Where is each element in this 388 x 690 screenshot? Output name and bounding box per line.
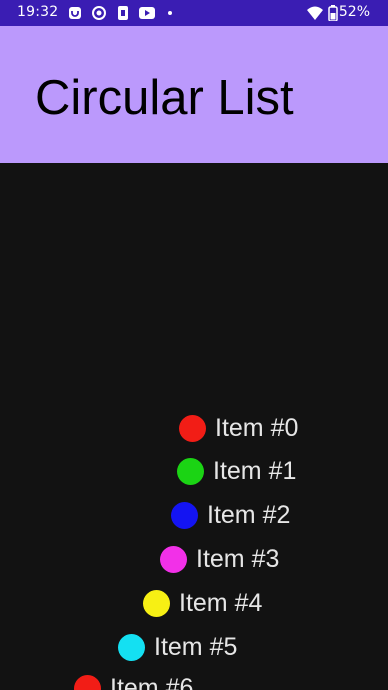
- status-bar: 19:32 52%: [0, 0, 388, 26]
- sim-card-icon: [118, 6, 128, 20]
- list-item[interactable]: Item #4: [143, 588, 262, 618]
- more-notifications-dot-icon: [168, 11, 172, 15]
- list-item[interactable]: Item #6: [74, 673, 193, 690]
- status-time: 19:32: [17, 4, 59, 20]
- list-item-label: Item #3: [196, 544, 280, 573]
- color-dot-icon: [179, 414, 206, 442]
- youtube-icon: [139, 7, 155, 19]
- list-item[interactable]: Item #1: [177, 456, 296, 486]
- battery-percent: 52%: [338, 4, 370, 20]
- list-item[interactable]: Item #0: [179, 413, 298, 443]
- color-dot-icon: [177, 457, 204, 485]
- list-item-label: Item #6: [110, 673, 194, 690]
- list-item-label: Item #1: [213, 456, 297, 485]
- list-item-label: Item #5: [154, 632, 238, 661]
- color-dot-icon: [143, 589, 170, 617]
- color-dot-icon: [74, 674, 101, 690]
- color-dot-icon: [160, 545, 187, 573]
- list-item-label: Item #4: [179, 588, 263, 617]
- color-dot-icon: [171, 501, 198, 529]
- list-item[interactable]: Item #2: [171, 500, 290, 530]
- app-bar: Circular List: [0, 26, 388, 163]
- circular-list[interactable]: Item #0 Item #1 Item #2 Item #3 Item #4 …: [0, 163, 388, 690]
- list-item[interactable]: Item #5: [118, 632, 237, 662]
- app-title: Circular List: [35, 71, 294, 125]
- list-item-label: Item #2: [207, 500, 291, 529]
- list-item-label: Item #0: [215, 413, 299, 442]
- color-dot-icon: [118, 633, 145, 661]
- notification-app-icon: [69, 7, 81, 19]
- list-item[interactable]: Item #3: [160, 544, 279, 574]
- wifi-icon: [307, 6, 323, 20]
- battery-icon: [328, 5, 338, 21]
- record-icon: [92, 6, 106, 20]
